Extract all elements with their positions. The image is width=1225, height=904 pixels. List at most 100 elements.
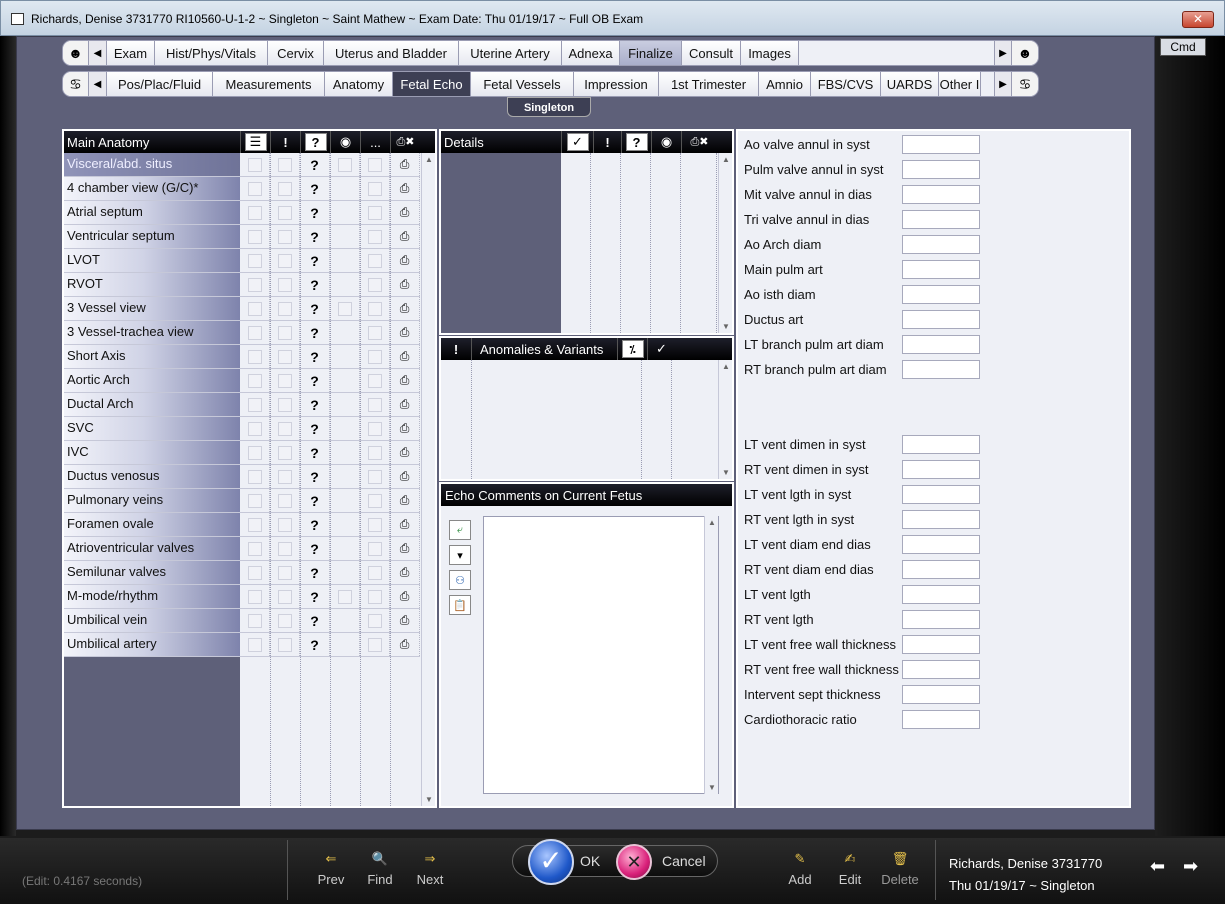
row-checkbox[interactable] [270, 249, 300, 272]
dropdown-icon[interactable]: ▾ [449, 545, 471, 565]
row-checkbox[interactable] [360, 273, 390, 296]
row-checkbox[interactable] [360, 153, 390, 176]
anatomy-row-label[interactable]: 4 chamber view (G/C)* [64, 177, 240, 200]
row-checkbox[interactable] [270, 321, 300, 344]
scroll-up-icon[interactable]: ▲ [719, 362, 733, 371]
row-checkbox[interactable] [270, 633, 300, 656]
row-checkbox[interactable] [360, 585, 390, 608]
print-icon[interactable]: ⎙ [400, 637, 410, 652]
abnormal-column-icon[interactable]: ! [593, 131, 621, 153]
anatomy-row[interactable]: Atrioventricular valves? ⎙ [64, 537, 420, 561]
row-empty-cell[interactable] [330, 321, 360, 344]
row-checkbox[interactable] [360, 441, 390, 464]
question-icon[interactable]: ? [310, 325, 319, 341]
checkbox-box[interactable] [247, 589, 262, 604]
print-icon[interactable]: ⎙ [400, 181, 410, 196]
measurement-input[interactable] [902, 334, 980, 354]
checkbox-box[interactable] [247, 541, 262, 556]
anatomy-row[interactable]: Atrial septum? ⎙ [64, 201, 420, 225]
tab-finalize[interactable]: Finalize [620, 41, 682, 65]
row-checkbox[interactable] [240, 489, 270, 512]
question-icon[interactable]: ? [310, 397, 319, 413]
row-print-toggle[interactable]: ⎙ [390, 561, 420, 584]
measurement-input[interactable] [902, 159, 980, 179]
row-question-toggle[interactable]: ? [300, 585, 330, 608]
row-print-toggle[interactable]: ⎙ [390, 225, 420, 248]
print-icon[interactable]: ⎙ [400, 397, 410, 412]
subtabs-scroll-right-icon[interactable]: ▶ [994, 72, 1012, 96]
row-question-toggle[interactable]: ? [300, 537, 330, 560]
row-checkbox[interactable] [360, 417, 390, 440]
check-icon[interactable]: ✓ [647, 338, 675, 360]
checkbox-box[interactable] [277, 469, 292, 484]
question-icon[interactable]: ? [310, 517, 319, 533]
print-icon[interactable]: ⎙ [400, 493, 410, 508]
edit-button[interactable]: ✍ Edit [825, 850, 875, 887]
row-print-toggle[interactable]: ⎙ [390, 417, 420, 440]
checkbox-box[interactable] [247, 373, 262, 388]
row-checkbox[interactable] [240, 633, 270, 656]
measurement-input[interactable] [902, 509, 980, 529]
row-checkbox[interactable] [330, 153, 360, 176]
row-empty-cell[interactable] [330, 537, 360, 560]
tab-adnexa[interactable]: Adnexa [562, 41, 620, 65]
tab-fetal-echo[interactable]: Fetal Echo [393, 72, 471, 96]
row-checkbox[interactable] [240, 417, 270, 440]
anatomy-row-label[interactable]: SVC [64, 417, 240, 440]
print-icon[interactable]: ⎙ [400, 565, 410, 580]
checkbox-box[interactable] [277, 589, 292, 604]
row-empty-cell[interactable] [330, 441, 360, 464]
checkbox-box[interactable] [247, 277, 262, 292]
anatomy-row-label[interactable]: 3 Vessel-trachea view [64, 321, 240, 344]
row-print-toggle[interactable]: ⎙ [390, 369, 420, 392]
question-icon[interactable]: ? [310, 565, 319, 581]
add-button[interactable]: ✎ Add [775, 850, 825, 887]
print-icon[interactable]: ⎙ [400, 421, 410, 436]
insert-text-icon[interactable]: ⤶ [449, 520, 471, 540]
row-checkbox[interactable] [270, 393, 300, 416]
question-icon[interactable]: ? [310, 589, 319, 605]
checkbox-box[interactable] [367, 421, 382, 436]
comments-scrollbar[interactable]: ▲ ▼ [704, 516, 718, 794]
anatomy-row-label[interactable]: Ductus venosus [64, 465, 240, 488]
checkbox-box[interactable] [367, 613, 382, 628]
row-checkbox[interactable] [360, 177, 390, 200]
cmd-button[interactable]: Cmd [1160, 38, 1206, 56]
anatomy-row[interactable]: 3 Vessel view? ⎙ [64, 297, 420, 321]
print-icon[interactable]: ⎙ [400, 229, 410, 244]
checkbox-box[interactable] [277, 541, 292, 556]
row-print-toggle[interactable]: ⎙ [390, 441, 420, 464]
anatomy-row-label[interactable]: Umbilical vein [64, 609, 240, 632]
row-empty-cell[interactable] [330, 393, 360, 416]
anatomy-row[interactable]: Ventricular septum? ⎙ [64, 225, 420, 249]
row-checkbox[interactable] [240, 441, 270, 464]
checkbox-box[interactable] [337, 157, 352, 172]
row-checkbox[interactable] [270, 585, 300, 608]
question-icon[interactable]: ? [310, 421, 319, 437]
tab-anatomy[interactable]: Anatomy [325, 72, 393, 96]
checkbox-box[interactable] [277, 445, 292, 460]
row-checkbox[interactable] [360, 201, 390, 224]
row-question-toggle[interactable]: ? [300, 489, 330, 512]
checkbox-box[interactable] [277, 229, 292, 244]
checkbox-box[interactable] [277, 181, 292, 196]
scroll-down-icon[interactable]: ▼ [719, 322, 733, 331]
row-question-toggle[interactable]: ? [300, 249, 330, 272]
next-button[interactable]: ⇒ Next [405, 850, 455, 887]
row-empty-cell[interactable] [330, 201, 360, 224]
scroll-up-icon[interactable]: ▲ [705, 518, 719, 527]
checkbox-box[interactable] [367, 229, 382, 244]
measurement-input[interactable] [902, 684, 980, 704]
row-checkbox[interactable] [270, 345, 300, 368]
toggle-anomaly-icon[interactable]: ⁒ [621, 340, 644, 358]
row-print-toggle[interactable]: ⎙ [390, 153, 420, 176]
checkbox-box[interactable] [247, 205, 262, 220]
find-button[interactable]: 🔍 Find [355, 850, 405, 887]
checkbox-box[interactable] [277, 325, 292, 340]
measurement-input[interactable] [902, 184, 980, 204]
row-checkbox[interactable] [270, 441, 300, 464]
checkbox-box[interactable] [277, 493, 292, 508]
anatomy-row[interactable]: 4 chamber view (G/C)*? ⎙ [64, 177, 420, 201]
row-checkbox[interactable] [240, 537, 270, 560]
row-empty-cell[interactable] [330, 465, 360, 488]
